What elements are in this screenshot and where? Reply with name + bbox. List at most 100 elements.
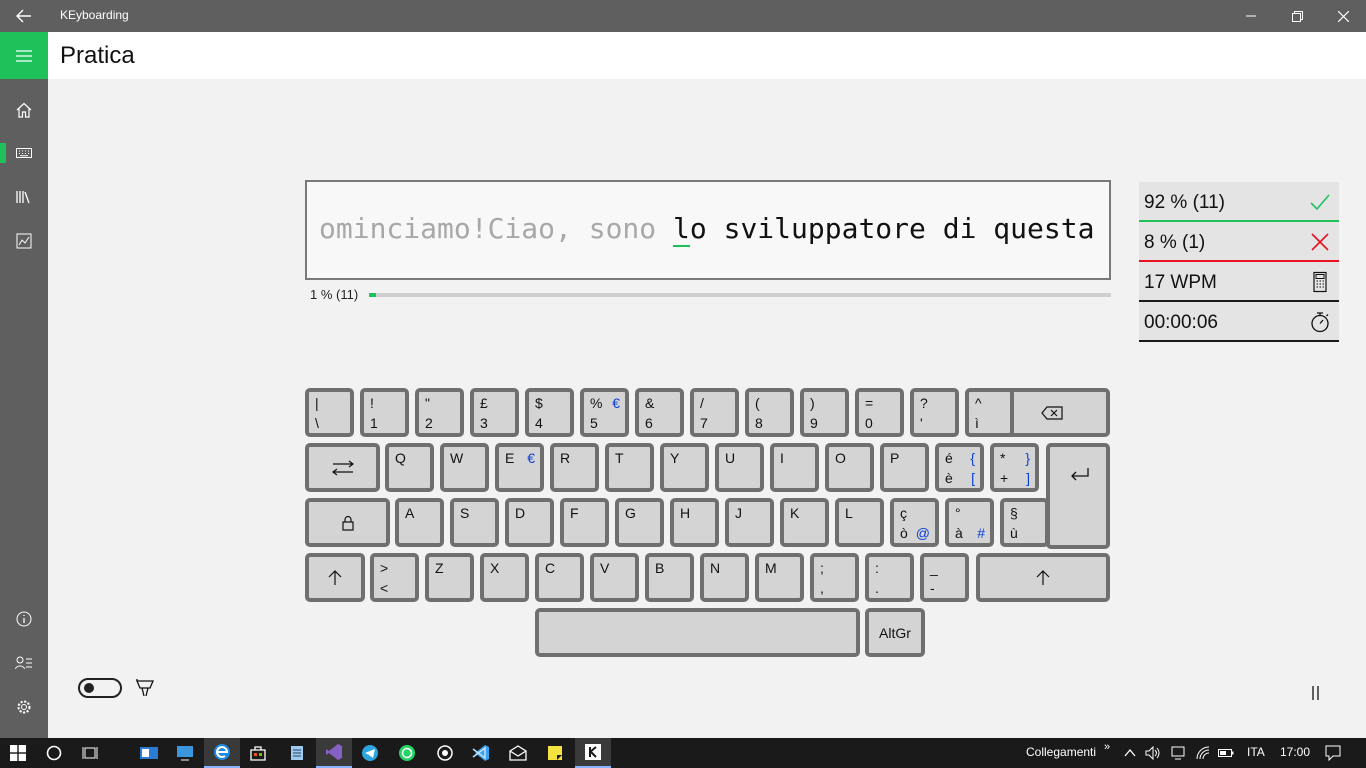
home-icon[interactable]: [0, 90, 48, 130]
clock[interactable]: 17:00: [1280, 745, 1310, 759]
key-row1-10[interactable]: = 0: [855, 388, 904, 437]
keyboarding-app-icon[interactable]: [575, 738, 611, 768]
edge-icon[interactable]: [204, 738, 240, 768]
key-row2-1[interactable]: W: [440, 443, 489, 492]
key-row2-8[interactable]: O: [825, 443, 874, 492]
key-label-bottom: 7: [700, 415, 708, 431]
task-view-icon[interactable]: [72, 738, 108, 768]
key-row1-2[interactable]: " 2: [415, 388, 464, 437]
key-row2-9[interactable]: P: [880, 443, 929, 492]
restore-button[interactable]: [1274, 0, 1320, 32]
key-altgr[interactable]: AltGr: [865, 608, 925, 657]
key-row1-3[interactable]: £3: [470, 388, 519, 437]
back-arrow-icon[interactable]: [0, 0, 48, 32]
wifi-icon[interactable]: [1196, 746, 1210, 760]
key-space[interactable]: [535, 608, 860, 657]
key-enter[interactable]: [1046, 443, 1110, 549]
key-row2-7[interactable]: I: [770, 443, 819, 492]
key-row1-7[interactable]: /7: [690, 388, 739, 437]
key-row3-6[interactable]: J: [725, 498, 774, 547]
key-row3-8[interactable]: L: [835, 498, 884, 547]
tray-chevron-up-icon[interactable]: [1124, 747, 1136, 759]
mail-icon[interactable]: [500, 738, 536, 768]
key-row2-0[interactable]: Q: [385, 443, 434, 492]
key-row2-3[interactable]: R: [550, 443, 599, 492]
key-row4-4[interactable]: V: [590, 553, 639, 602]
settings-gear-icon[interactable]: [0, 687, 48, 727]
key-row4-0[interactable]: > <: [370, 553, 419, 602]
pause-icon[interactable]: [1307, 684, 1325, 702]
key-row4-8[interactable]: ;,: [810, 553, 859, 602]
user-list-icon[interactable]: [0, 643, 48, 683]
library-icon[interactable]: [0, 177, 48, 217]
key-row1-9[interactable]: ) 9: [800, 388, 849, 437]
key-caps-lock[interactable]: [305, 498, 390, 547]
key-row3-3[interactable]: F: [560, 498, 609, 547]
key-row1-4[interactable]: $4: [525, 388, 574, 437]
notepad-icon[interactable]: [279, 738, 315, 768]
key-row4-3[interactable]: C: [535, 553, 584, 602]
camera-icon[interactable]: [427, 738, 463, 768]
key-label-top: S: [460, 505, 470, 521]
key-row1-0[interactable]: | \: [305, 388, 354, 437]
store-icon[interactable]: [240, 738, 276, 768]
key-row1-8[interactable]: (8: [745, 388, 794, 437]
visual-studio-code-icon[interactable]: [463, 738, 499, 768]
hamburger-menu-icon[interactable]: [0, 32, 48, 79]
key-row4-10[interactable]: _ -: [920, 553, 969, 602]
key-row4-9[interactable]: :.: [865, 553, 914, 602]
whatsapp-icon[interactable]: [389, 738, 425, 768]
key-row3-0[interactable]: A: [395, 498, 444, 547]
key-tab[interactable]: [305, 443, 380, 492]
taskbar-links-label[interactable]: Collegamenti: [1026, 745, 1096, 759]
key-row2-2[interactable]: E €: [495, 443, 544, 492]
key-row1-6[interactable]: & 6: [635, 388, 684, 437]
key-row3-2[interactable]: D: [505, 498, 554, 547]
chevron-double-right-icon[interactable]: »: [1104, 741, 1110, 753]
key-row4-7[interactable]: M: [755, 553, 804, 602]
battery-icon[interactable]: [1218, 747, 1234, 759]
key-row3-1[interactable]: S: [450, 498, 499, 547]
outlook-icon[interactable]: [131, 738, 167, 768]
key-row1-5[interactable]: % 5 €: [580, 388, 629, 437]
key-row2-6[interactable]: U: [715, 443, 764, 492]
key-row2-5[interactable]: Y: [660, 443, 709, 492]
key-row3-11[interactable]: § ù: [1000, 498, 1049, 547]
key-row1-12[interactable]: ^ ì: [965, 388, 1014, 437]
keyboard-icon[interactable]: [0, 133, 48, 173]
windows-start-icon[interactable]: [0, 738, 36, 768]
toggle-switch[interactable]: [78, 678, 122, 698]
input-language[interactable]: ITA: [1247, 745, 1265, 759]
speaker-icon[interactable]: [1145, 746, 1161, 760]
key-label-bottom: 9: [810, 415, 818, 431]
key-row3-5[interactable]: H: [670, 498, 719, 547]
key-row2-11[interactable]: * +}]: [990, 443, 1039, 492]
search-circle-icon[interactable]: [36, 738, 72, 768]
key-row3-10[interactable]: ° à #: [945, 498, 994, 547]
remote-desktop-icon[interactable]: [167, 738, 203, 768]
notifications-icon[interactable]: [1325, 745, 1341, 761]
key-row1-1[interactable]: ! 1: [360, 388, 409, 437]
key-row2-10[interactable]: é è {[: [935, 443, 984, 492]
key-label-top: °: [955, 505, 961, 521]
key-row3-7[interactable]: K: [780, 498, 829, 547]
minimize-button[interactable]: [1228, 0, 1274, 32]
key-right-shift[interactable]: [976, 553, 1110, 602]
key-row3-4[interactable]: G: [615, 498, 664, 547]
highlighter-icon[interactable]: [134, 677, 156, 699]
key-row3-9[interactable]: ç ò @: [890, 498, 939, 547]
key-row4-5[interactable]: B: [645, 553, 694, 602]
sticky-notes-icon[interactable]: [537, 738, 573, 768]
info-icon[interactable]: [0, 599, 48, 639]
key-row4-2[interactable]: X: [480, 553, 529, 602]
network-icon[interactable]: [1171, 746, 1185, 760]
visual-studio-icon[interactable]: [316, 738, 352, 768]
key-row4-1[interactable]: Z: [425, 553, 474, 602]
key-row2-4[interactable]: T: [605, 443, 654, 492]
close-button[interactable]: [1320, 0, 1366, 32]
key-row1-11[interactable]: ? ': [910, 388, 959, 437]
telegram-icon[interactable]: [352, 738, 388, 768]
statistics-chart-icon[interactable]: [0, 221, 48, 261]
key-left-shift[interactable]: [305, 553, 365, 602]
key-row4-6[interactable]: N: [700, 553, 749, 602]
